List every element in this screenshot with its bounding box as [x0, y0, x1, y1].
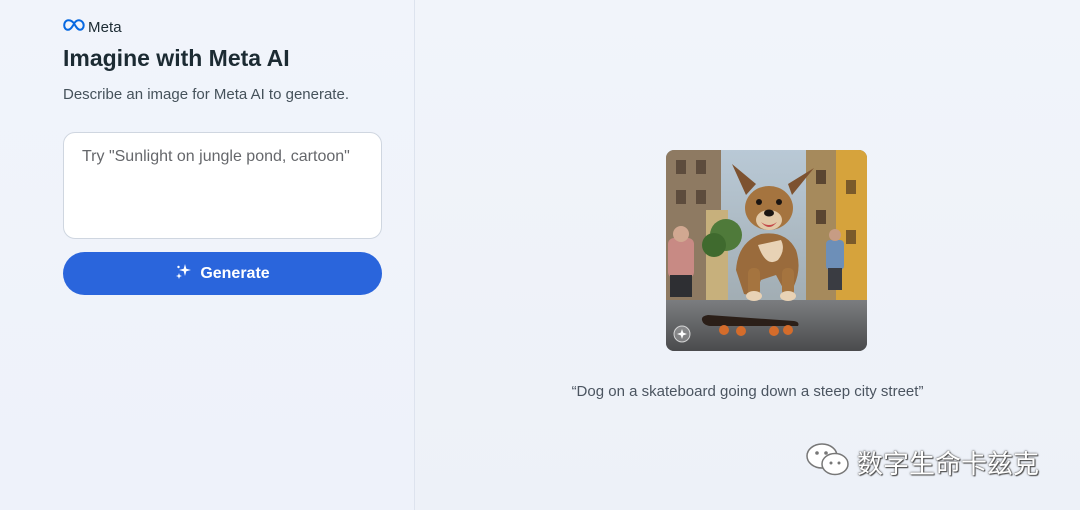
watermark-text: 数字生命卡兹克 — [857, 450, 1040, 480]
prompt-input[interactable] — [63, 132, 382, 239]
meta-brand-text: Meta — [88, 18, 122, 36]
dog-skateboard-image — [666, 150, 867, 351]
sparkle-icon — [175, 263, 192, 285]
generate-button-label: Generate — [200, 264, 270, 282]
watermark: 数字生命卡兹克 — [805, 442, 1039, 483]
meta-logo-icon — [63, 18, 85, 36]
page-subtitle: Describe an image for Meta AI to generat… — [63, 86, 349, 103]
example-caption: “Dog on a skateboard going down a steep … — [571, 383, 924, 400]
meta-brand[interactable]: Meta — [63, 18, 122, 36]
page-title: Imagine with Meta AI — [63, 45, 290, 71]
generate-button[interactable]: Generate — [63, 252, 382, 295]
example-image-card[interactable] — [666, 150, 867, 351]
left-panel: Meta Imagine with Meta AI Describe an im… — [0, 0, 415, 510]
wechat-icon — [805, 442, 851, 483]
